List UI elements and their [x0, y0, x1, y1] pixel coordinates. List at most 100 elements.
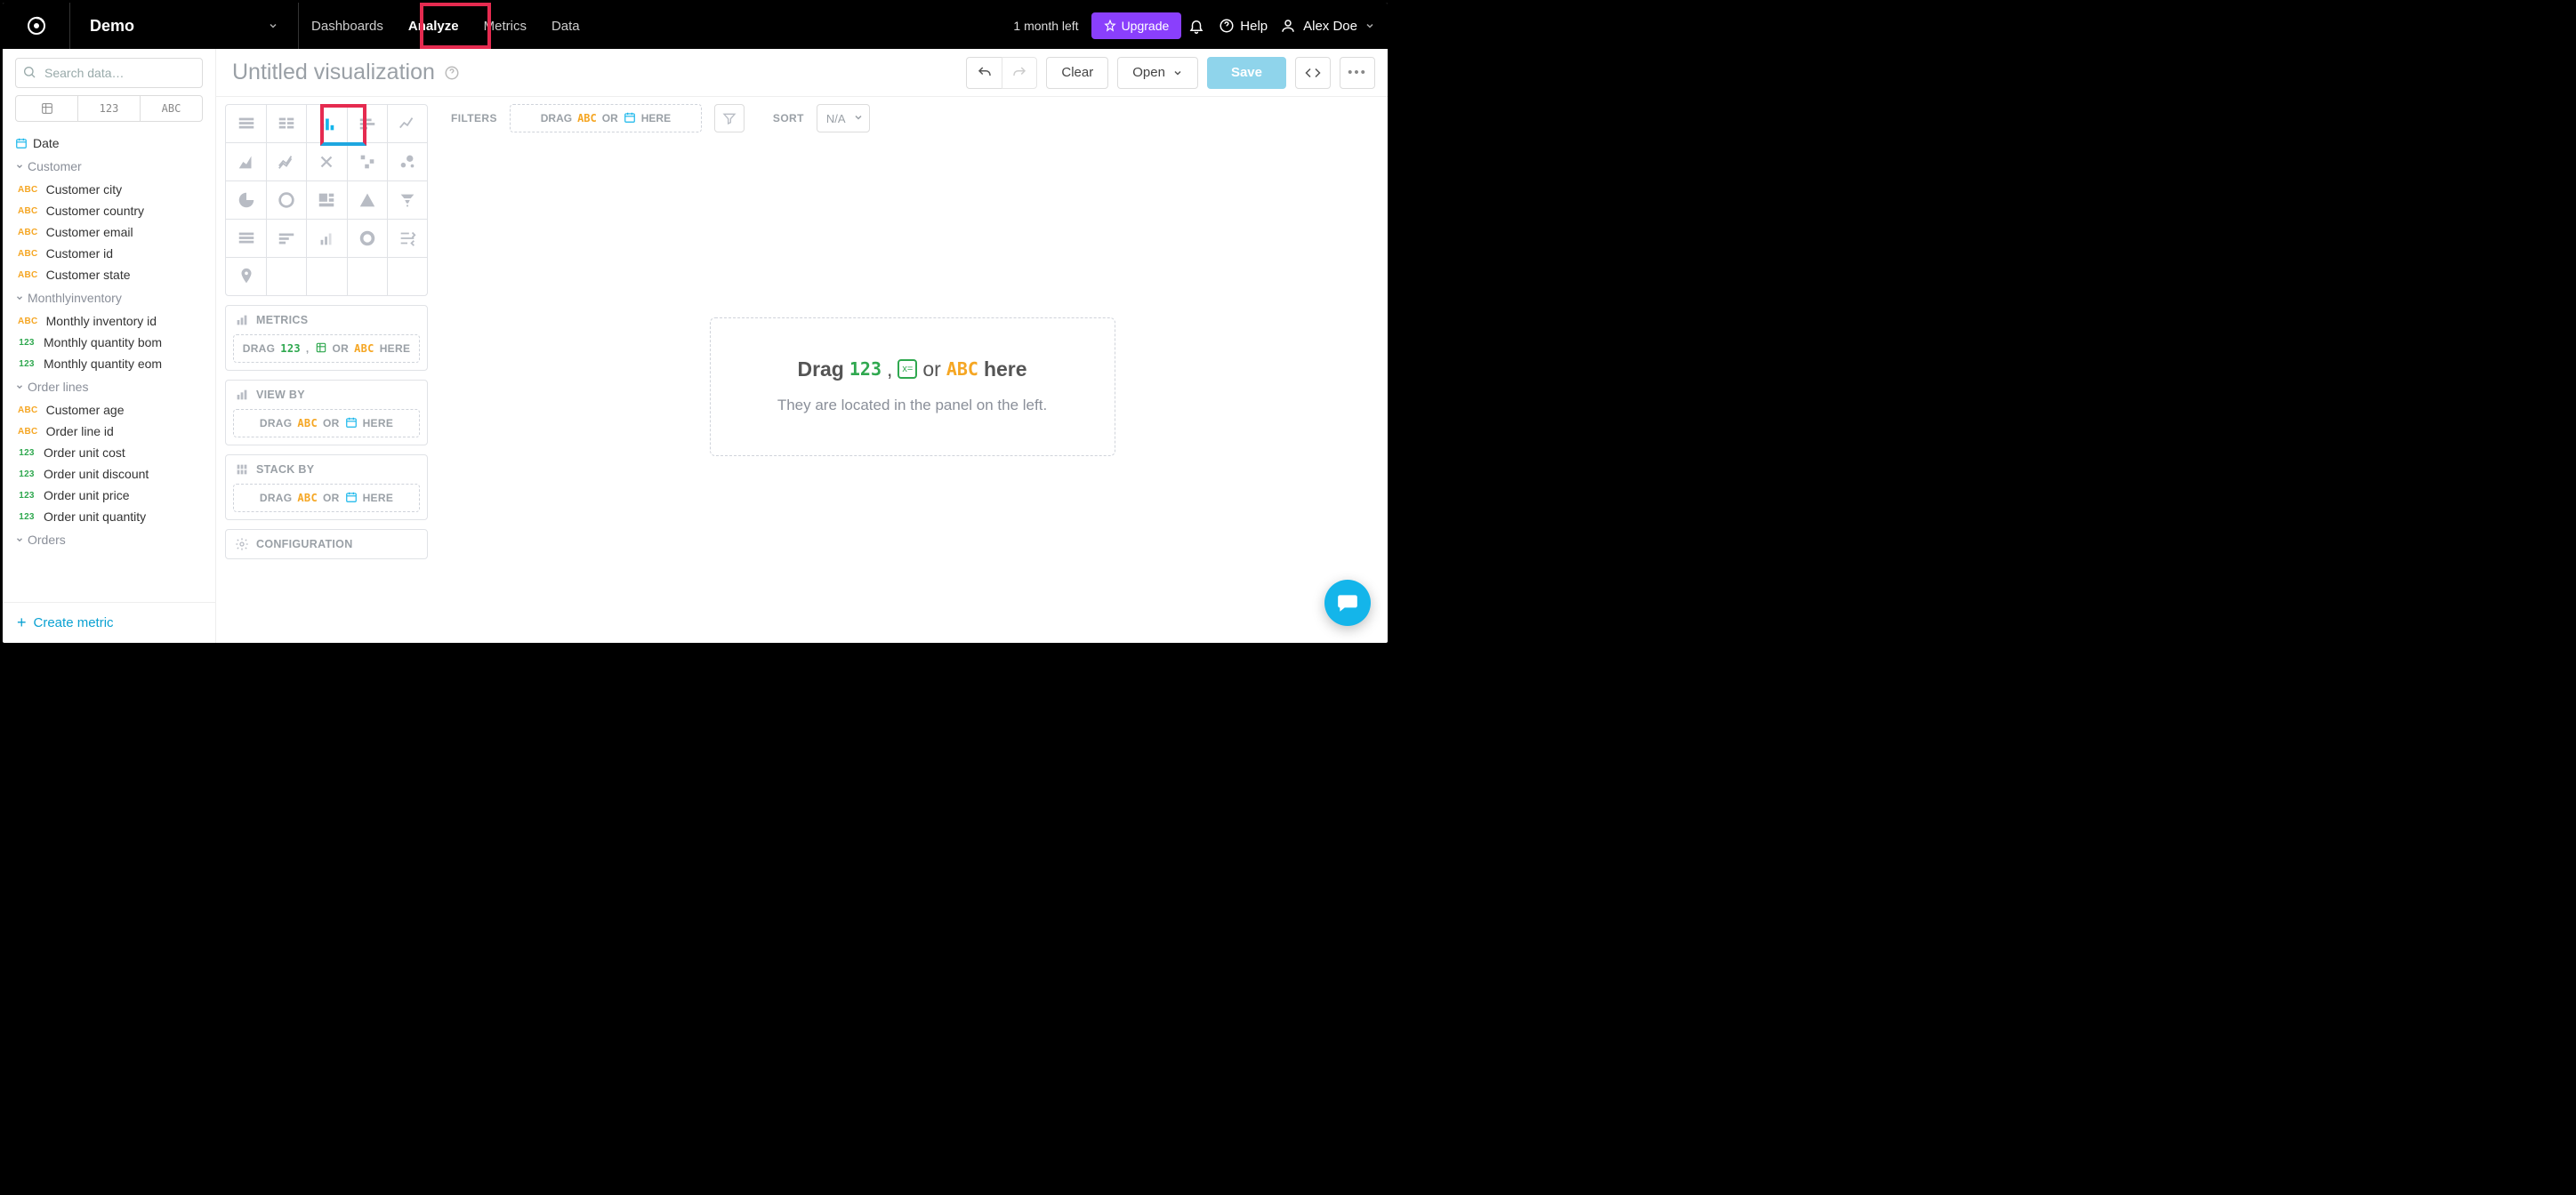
nav-data[interactable]: Data	[539, 3, 592, 49]
metrics-dropzone[interactable]: DRAG 123 , OR ABC HERE	[233, 334, 420, 363]
chart-type-cell[interactable]	[347, 181, 387, 219]
vis-toolbar: Untitled visualization Clear Open Save •…	[216, 49, 1388, 97]
field-item[interactable]: ABCMonthly inventory id	[3, 310, 215, 332]
sort-select[interactable]: N/A	[817, 104, 870, 132]
field-group[interactable]: Orders	[3, 527, 215, 552]
field-item[interactable]: 123Monthly quantity eom	[3, 353, 215, 374]
workspace-switcher[interactable]: Demo	[70, 3, 299, 49]
search-field	[15, 58, 203, 88]
chart-type-cell[interactable]	[226, 181, 266, 219]
chart-type-cell[interactable]	[226, 143, 266, 180]
chevron-down-icon	[15, 162, 24, 171]
chevron-down-icon	[15, 535, 24, 544]
field-item[interactable]: ABCCustomer age	[3, 399, 215, 421]
field-date[interactable]: Date	[3, 132, 215, 154]
field-item[interactable]: 123Order unit cost	[3, 442, 215, 463]
chart-type-cell[interactable]	[387, 220, 427, 257]
chat-icon	[1336, 591, 1359, 614]
field-group[interactable]: Customer	[3, 154, 215, 179]
stacked-bar-icon	[235, 462, 249, 477]
visualization-title[interactable]: Untitled visualization	[232, 60, 435, 85]
field-item[interactable]: ABCCustomer email	[3, 221, 215, 243]
undo-button[interactable]	[966, 57, 1002, 89]
trial-status: 1 month left	[1013, 19, 1078, 33]
embed-button[interactable]	[1295, 57, 1331, 89]
bell-icon	[1188, 18, 1204, 34]
field-item[interactable]: 123Order unit discount	[3, 463, 215, 485]
chevron-down-icon	[268, 20, 278, 31]
type-tab-calc[interactable]	[16, 96, 77, 121]
calendar-icon	[345, 416, 358, 431]
user-menu[interactable]: Alex Doe	[1275, 18, 1375, 34]
configuration-panel[interactable]: CONFIGURATION	[225, 529, 428, 559]
chat-fab[interactable]	[1324, 580, 1371, 626]
chevron-down-icon	[1172, 68, 1183, 78]
chart-type-cell	[266, 258, 306, 295]
chart-type-cell[interactable]	[347, 143, 387, 180]
help-link[interactable]: Help	[1219, 18, 1268, 34]
nav-dashboards[interactable]: Dashboards	[299, 3, 396, 49]
save-button[interactable]: Save	[1207, 57, 1286, 89]
clear-button[interactable]: Clear	[1046, 57, 1108, 89]
chart-type-cell[interactable]	[266, 105, 306, 142]
create-metric-button[interactable]: + Create metric	[3, 602, 215, 643]
chart-type-cell	[387, 258, 427, 295]
chart-type-cell[interactable]	[347, 220, 387, 257]
ellipsis-icon: •••	[1348, 65, 1367, 80]
chart-type-cell[interactable]	[226, 105, 266, 142]
field-item[interactable]: 123Order unit price	[3, 485, 215, 506]
search-icon	[22, 65, 36, 79]
filter-dropzone[interactable]: DRAG ABC OR HERE	[510, 104, 702, 132]
redo-button[interactable]	[1002, 57, 1037, 89]
chart-type-cell[interactable]	[387, 181, 427, 219]
notifications-button[interactable]	[1181, 11, 1212, 41]
canvas-dropzone[interactable]: Drag 123, x= or ABC here They are locate…	[710, 317, 1115, 457]
chart-type-cell[interactable]	[306, 143, 346, 180]
chart-type-grid	[225, 104, 428, 296]
app-logo[interactable]	[3, 3, 70, 49]
field-item[interactable]: ABCCustomer id	[3, 243, 215, 264]
nav-metrics[interactable]: Metrics	[471, 3, 539, 49]
config-column: METRICS DRAG 123 , OR ABC HERE VIEW BY	[216, 97, 437, 643]
chart-type-cell[interactable]	[306, 105, 346, 142]
type-tab-text[interactable]: ABC	[140, 96, 202, 121]
chart-type-cell[interactable]	[266, 220, 306, 257]
chart-type-cell[interactable]	[306, 220, 346, 257]
field-group[interactable]: Monthlyinventory	[3, 285, 215, 310]
chart-type-cell[interactable]	[387, 105, 427, 142]
chart-type-cell[interactable]	[266, 143, 306, 180]
field-item[interactable]: ABCCustomer city	[3, 179, 215, 200]
viewby-panel: VIEW BY DRAG ABC OR HERE	[225, 380, 428, 445]
redo-icon	[1011, 65, 1027, 81]
viewby-dropzone[interactable]: DRAG ABC OR HERE	[233, 409, 420, 437]
chart-type-cell[interactable]	[387, 143, 427, 180]
more-button[interactable]: •••	[1340, 57, 1375, 89]
filter-bar: FILTERS DRAG ABC OR HERE SORT N/A	[451, 104, 1373, 132]
chart-type-cell[interactable]	[306, 181, 346, 219]
nav-analyze[interactable]: Analyze	[396, 3, 471, 49]
chart-type-cell[interactable]	[226, 220, 266, 257]
field-group[interactable]: Order lines	[3, 374, 215, 399]
chart-type-cell	[306, 258, 346, 295]
chart-type-cell	[347, 258, 387, 295]
chart-type-cell[interactable]	[226, 258, 266, 295]
field-item[interactable]: ABCCustomer state	[3, 264, 215, 285]
calc-icon	[315, 341, 327, 357]
open-button[interactable]: Open	[1117, 57, 1198, 89]
search-input[interactable]	[15, 58, 203, 88]
field-item[interactable]: ABCCustomer country	[3, 200, 215, 221]
field-item[interactable]: 123Monthly quantity bom	[3, 332, 215, 353]
visualization-canvas: Drag 123, x= or ABC here They are locate…	[451, 138, 1373, 636]
chart-type-cell[interactable]	[347, 105, 387, 142]
filter-button[interactable]	[714, 104, 745, 132]
type-tab-number[interactable]: 123	[77, 96, 140, 121]
help-icon[interactable]	[444, 65, 460, 81]
field-item[interactable]: ABCOrder line id	[3, 421, 215, 442]
stackby-dropzone[interactable]: DRAG ABC OR HERE	[233, 484, 420, 512]
workspace-name: Demo	[90, 17, 134, 36]
field-item[interactable]: 123Order unit quantity	[3, 506, 215, 527]
chart-type-cell[interactable]	[266, 181, 306, 219]
data-sidebar: 123 ABC DateCustomerABCCustomer cityABCC…	[3, 49, 216, 643]
upgrade-button[interactable]: Upgrade	[1091, 12, 1182, 39]
user-icon	[1280, 18, 1296, 34]
